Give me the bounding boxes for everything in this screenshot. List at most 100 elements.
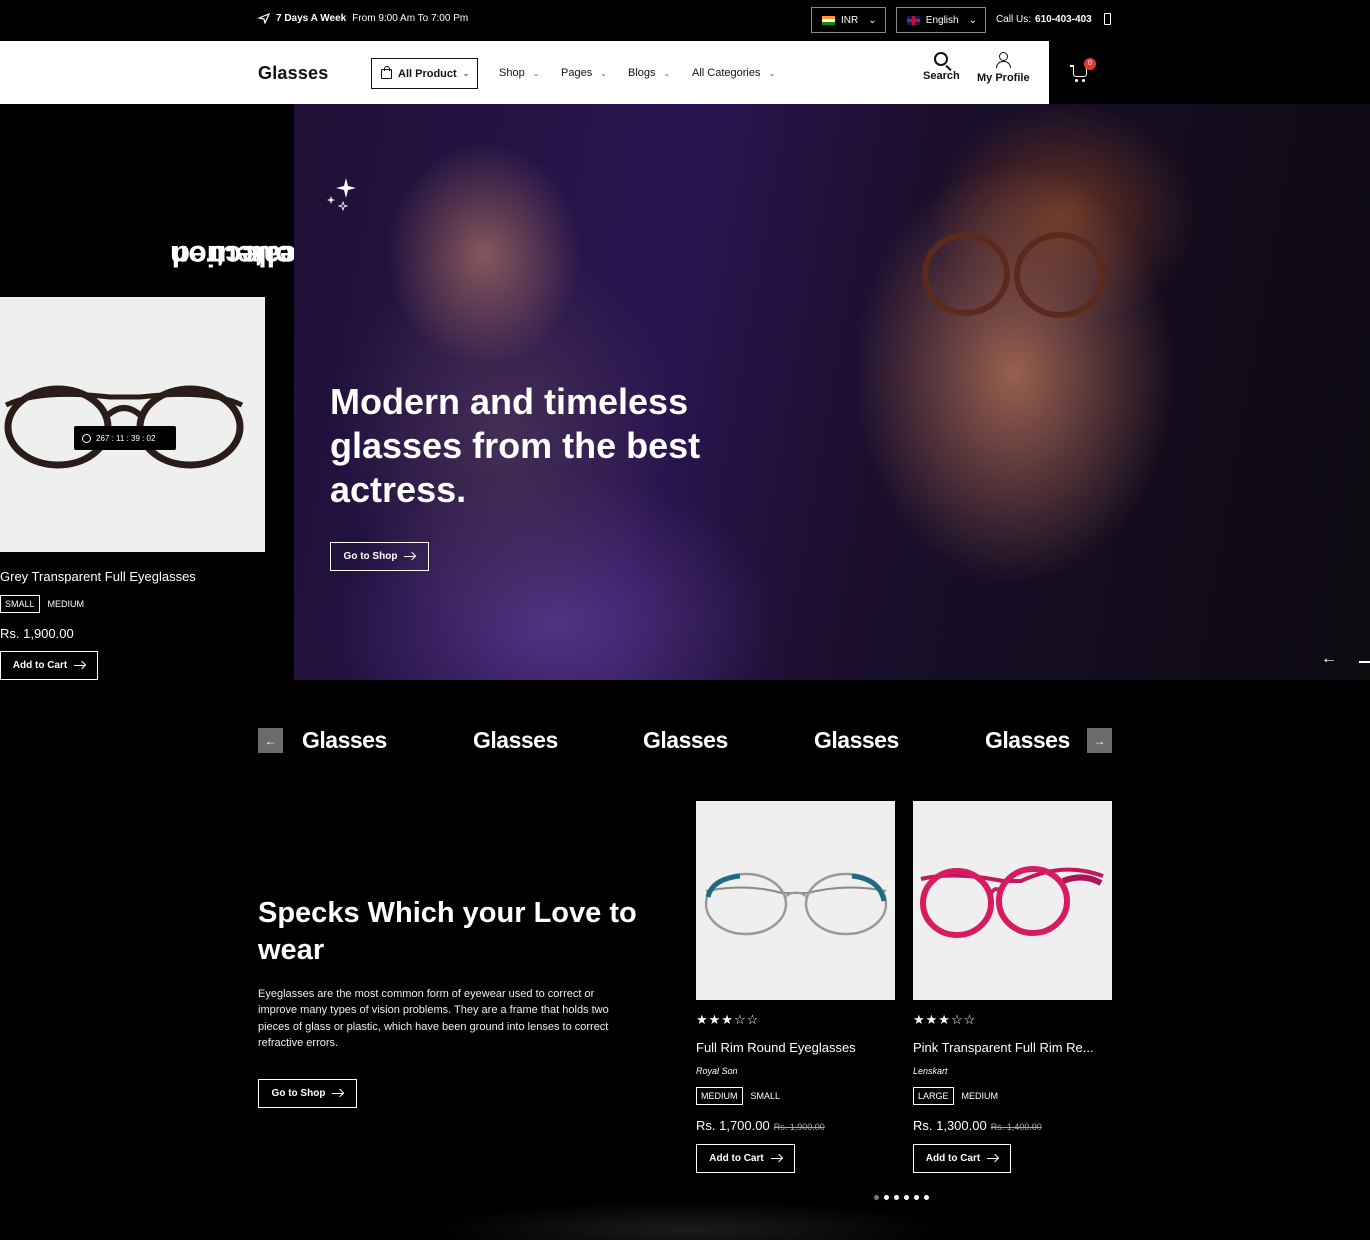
arrow-right-icon <box>332 1092 344 1095</box>
paper-plane-icon <box>258 13 270 24</box>
search-label: Search <box>923 70 960 82</box>
opening-hours: 7 Days A Week From 9:00 Am To 7:00 Pm <box>258 13 468 24</box>
chevron-down-icon: ⌄ <box>532 68 540 78</box>
product-brand: Lenskart <box>913 1066 948 1076</box>
brand-logo[interactable]: Glasses <box>473 727 558 754</box>
phone-icon <box>1103 13 1111 25</box>
specks-go-to-shop-button[interactable]: Go to Shop <box>258 1079 357 1108</box>
current-price: Rs. 1,700.00 <box>696 1118 770 1133</box>
product-add-to-cart-button[interactable]: Add to Cart <box>913 1144 1011 1173</box>
menu-pages-label: Pages <box>561 67 593 79</box>
size-option[interactable]: SMALL <box>0 595 40 613</box>
top-bar: 7 Days A Week From 9:00 Am To 7:00 Pm IN… <box>0 0 1370 41</box>
search-icon <box>934 52 949 66</box>
hero-go-to-shop-button[interactable]: Go to Shop <box>330 542 429 571</box>
bag-icon <box>381 65 392 79</box>
menu-blogs-label: Blogs <box>628 67 656 79</box>
section-title: Specks Which your Love to wear <box>258 897 637 966</box>
hero-model-glasses <box>1014 232 1106 318</box>
menu-pages[interactable]: Pages ⌄ <box>561 67 607 79</box>
go-to-shop-label: Go to Shop <box>271 1088 326 1099</box>
round-eyeglasses-image <box>704 872 888 936</box>
chevron-down-icon: ⌄ <box>868 14 877 26</box>
eyeglasses-image <box>4 385 244 469</box>
call-label: Call Us: <box>996 13 1032 25</box>
user-icon <box>996 52 1012 68</box>
size-option[interactable]: MEDIUM <box>960 1088 1001 1104</box>
menu-blogs[interactable]: Blogs ⌄ <box>628 67 670 79</box>
brand-logo[interactable]: Glasses <box>643 727 728 754</box>
all-product-label: All Product <box>398 67 457 80</box>
featured-collection-title: Feateured Collection <box>170 130 315 272</box>
brand-logo[interactable]: Glasses <box>985 727 1070 754</box>
clock-icon <box>82 433 91 443</box>
old-price: Rs. 1,400.00 <box>990 1122 1042 1132</box>
arrow-right-icon <box>770 1157 782 1160</box>
rating-stars: ★★★☆☆ <box>913 1012 977 1027</box>
product-price: Rs. 1,300.00 Rs. 1,400.00 <box>913 1118 1042 1133</box>
search-button[interactable]: Search <box>923 52 960 82</box>
menu-shop-label: Shop <box>499 67 525 79</box>
footer-glow <box>430 1200 950 1240</box>
uk-flag-icon <box>907 15 920 25</box>
site-logo[interactable]: Glasses <box>258 63 328 84</box>
chevron-down-icon: ⌄ <box>462 69 470 78</box>
menu-all-categories-label: All Categories <box>692 67 761 79</box>
product-sizes: LARGE MEDIUM <box>913 1087 1000 1105</box>
featured-product-image[interactable]: 267 : 11 : 39 : 02 <box>0 297 265 552</box>
size-option[interactable]: SMALL <box>749 1088 783 1104</box>
india-flag-icon <box>822 15 835 25</box>
chevron-down-icon: ⌄ <box>663 68 671 78</box>
slider-next-arrow-icon[interactable] <box>1359 661 1370 663</box>
call-us[interactable]: Call Us: 610-403-403 <box>996 13 1111 25</box>
hero-heading: Modern and timeless glasses from the bes… <box>330 381 701 510</box>
chevron-down-icon: ⌄ <box>768 68 776 78</box>
menu-shop[interactable]: Shop ⌄ <box>499 67 539 79</box>
product-brand: Royal Son <box>696 1066 738 1076</box>
profile-label: My Profile <box>977 72 1030 84</box>
pink-eyeglasses-image <box>920 866 1104 938</box>
chevron-down-icon: ⌄ <box>968 14 977 26</box>
brand-prev-button[interactable]: ← <box>258 728 283 753</box>
featured-add-to-cart-button[interactable]: Add to Cart <box>0 651 98 680</box>
cart-button[interactable]: 0 <box>1049 41 1112 104</box>
brand-next-button[interactable]: → <box>1087 728 1112 753</box>
featured-product-name[interactable]: Grey Transparent Full Eyeglasses <box>0 569 196 584</box>
product-name[interactable]: Pink Transparent Full Rim Re... <box>913 1040 1094 1055</box>
product-price: Rs. 1,700.00 Rs. 1,900.00 <box>696 1118 825 1133</box>
add-to-cart-label: Add to Cart <box>709 1153 764 1164</box>
hero-model-glasses <box>922 232 1010 316</box>
brand-logo[interactable]: Glasses <box>302 727 387 754</box>
currency-select[interactable]: INR ⌄ <box>811 7 886 33</box>
product-sizes: MEDIUM SMALL <box>696 1087 782 1105</box>
menu-all-categories[interactable]: All Categories ⌄ <box>692 67 775 79</box>
rating-stars: ★★★☆☆ <box>696 1012 760 1027</box>
arrow-right-icon <box>987 1157 999 1160</box>
product-name[interactable]: Full Rim Round Eyeglasses <box>696 1040 856 1055</box>
my-profile-button[interactable]: My Profile <box>977 52 1030 84</box>
size-option[interactable]: MEDIUM <box>696 1087 743 1105</box>
language-select[interactable]: English ⌄ <box>896 7 986 33</box>
brand-logo[interactable]: Glasses <box>814 727 899 754</box>
arrow-left-icon: ← <box>264 733 277 748</box>
product-image[interactable] <box>913 801 1112 1000</box>
go-to-shop-label: Go to Shop <box>343 551 398 562</box>
slider-prev-arrow-icon[interactable]: ← <box>1321 650 1337 668</box>
size-option[interactable]: MEDIUM <box>46 596 87 612</box>
add-to-cart-label: Add to Cart <box>12 660 68 671</box>
language-value: English <box>925 14 959 26</box>
size-option[interactable]: LARGE <box>913 1087 954 1105</box>
section-description: Eyeglasses are the most common form of e… <box>258 988 609 1049</box>
currency-value: INR <box>841 14 859 26</box>
all-product-button[interactable]: All Product ⌄ <box>371 58 478 89</box>
cart-count-badge: 0 <box>1084 58 1096 70</box>
arrow-right-icon <box>404 555 416 558</box>
arrow-right-icon <box>74 664 86 667</box>
hours-time: From 9:00 Am To 7:00 Pm <box>352 13 469 24</box>
featured-sizes: SMALL MEDIUM <box>0 595 86 613</box>
product-image[interactable] <box>696 801 895 1000</box>
product-add-to-cart-button[interactable]: Add to Cart <box>696 1144 795 1173</box>
hours-days: 7 Days A Week <box>276 13 347 24</box>
featured-price: Rs. 1,900.00 <box>0 626 74 641</box>
add-to-cart-label: Add to Cart <box>925 1153 981 1164</box>
